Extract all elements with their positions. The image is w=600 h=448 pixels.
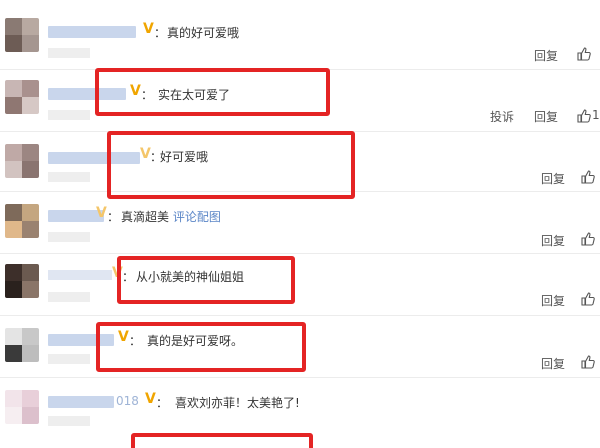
username-blurred[interactable] bbox=[48, 26, 136, 38]
thumbs-up-icon[interactable] bbox=[580, 354, 596, 370]
username-blurred[interactable] bbox=[48, 396, 114, 408]
meta-blurred bbox=[48, 232, 90, 242]
comment-image-link[interactable]: 评论配图 bbox=[173, 210, 221, 224]
comment-text: 喜欢刘亦菲！太美艳了! bbox=[175, 396, 300, 410]
username-suffix[interactable]: 018 bbox=[116, 394, 139, 408]
highlight-box bbox=[117, 256, 295, 304]
comment-text: 真的好可爱哦 bbox=[167, 26, 240, 40]
vip-icon: V bbox=[143, 21, 154, 37]
colon: ： bbox=[154, 26, 167, 40]
reply-button[interactable]: 回复 bbox=[541, 292, 565, 309]
avatar[interactable] bbox=[5, 204, 39, 238]
thumbs-up-icon[interactable] bbox=[580, 291, 596, 307]
avatar[interactable] bbox=[5, 144, 39, 178]
comment-item: V ： 真的好可爱哦 回复 bbox=[0, 0, 600, 70]
report-button[interactable]: 投诉 bbox=[490, 108, 514, 125]
colon: ： bbox=[156, 396, 169, 410]
meta-blurred bbox=[48, 172, 90, 182]
meta-blurred bbox=[48, 292, 90, 302]
comment-item: V ： 真滴超美 评论配图 回复 bbox=[0, 192, 600, 254]
like-count: 1 bbox=[592, 108, 600, 122]
reply-button[interactable]: 回复 bbox=[541, 170, 565, 187]
thumbs-up-icon[interactable] bbox=[576, 46, 592, 62]
comment-item: V ： 从小就美的神仙姐姐 回复 bbox=[0, 254, 600, 316]
meta-blurred bbox=[48, 416, 90, 426]
vip-icon: V bbox=[145, 391, 156, 407]
meta-blurred bbox=[48, 110, 90, 120]
reply-button[interactable]: 回复 bbox=[534, 47, 558, 64]
comment-text: 真滴超美 评论配图 bbox=[121, 208, 221, 225]
reply-button[interactable]: 回复 bbox=[534, 108, 558, 125]
username-blurred[interactable] bbox=[48, 270, 112, 280]
meta-blurred bbox=[48, 48, 90, 58]
reply-button[interactable]: 回复 bbox=[541, 232, 565, 249]
avatar[interactable] bbox=[5, 80, 39, 114]
colon: ： bbox=[107, 210, 120, 224]
avatar[interactable] bbox=[5, 328, 39, 362]
highlight-box bbox=[131, 433, 313, 448]
thumbs-up-icon[interactable] bbox=[580, 169, 596, 185]
highlight-box bbox=[95, 68, 330, 116]
comment-text-body: 真滴超美 bbox=[121, 210, 170, 224]
highlight-box bbox=[107, 131, 355, 199]
vip-icon: V bbox=[96, 205, 107, 221]
reply-button[interactable]: 回复 bbox=[541, 355, 565, 372]
avatar[interactable] bbox=[5, 18, 39, 52]
highlight-box bbox=[96, 322, 306, 372]
meta-blurred bbox=[48, 354, 90, 364]
avatar[interactable] bbox=[5, 264, 39, 298]
thumbs-up-icon[interactable] bbox=[580, 231, 596, 247]
thumbs-up-icon[interactable] bbox=[576, 108, 592, 124]
avatar[interactable] bbox=[5, 390, 39, 424]
